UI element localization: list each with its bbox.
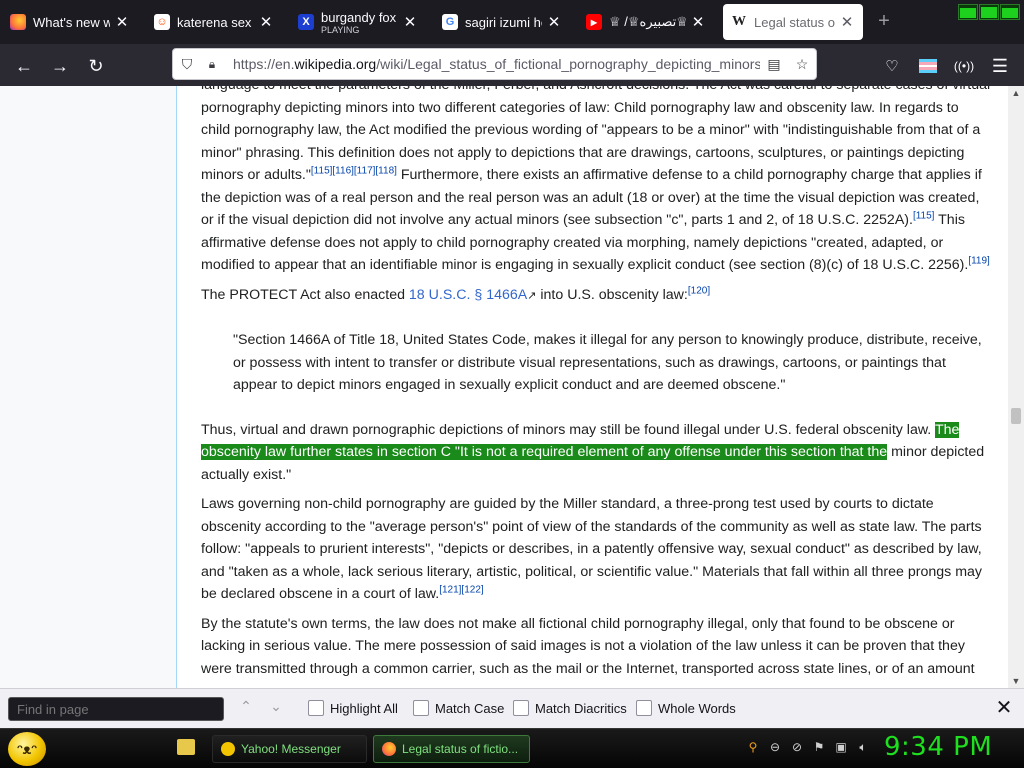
yahoo-messenger-icon: [221, 742, 235, 756]
profile-icon[interactable]: [914, 52, 942, 80]
page-content: language to meet the parameters of the M…: [0, 86, 1024, 688]
reference-link[interactable]: [119]: [968, 255, 990, 266]
tab-burgandy-fox[interactable]: X burgandy fox thi PLAYING ✕: [290, 4, 426, 40]
checkbox-icon[interactable]: [413, 700, 429, 716]
mute-icon[interactable]: ⊘: [789, 739, 805, 755]
x-icon: X: [298, 14, 314, 30]
scrollbar-thumb[interactable]: [1011, 408, 1021, 424]
lock-icon[interactable]: 🔒︎: [201, 57, 223, 72]
url-bar[interactable]: ⛉ 🔒︎ https://en.wikipedia.org/wiki/Legal…: [172, 48, 817, 80]
reader-mode-icon[interactable]: ▤: [760, 56, 788, 73]
article-paragraph: Thus, virtual and drawn pornographic dep…: [201, 421, 985, 483]
reference-link[interactable]: [121][122]: [439, 584, 483, 595]
search-icon[interactable]: ⚲: [745, 739, 761, 755]
match-diacritics-checkbox[interactable]: Match Diacritics: [513, 700, 627, 716]
tab-legal-status[interactable]: W Legal status of f ✕: [723, 4, 863, 40]
network-bar: [1000, 4, 1020, 20]
start-button[interactable]: ᵔᴥᵔ: [8, 732, 46, 766]
wikipedia-sidebar: [0, 86, 177, 688]
url-text[interactable]: https://en.wikipedia.org/wiki/Legal_stat…: [223, 56, 760, 72]
network-icon[interactable]: ▣: [833, 739, 849, 755]
checkbox-icon[interactable]: [636, 700, 652, 716]
close-icon[interactable]: ✕: [114, 13, 130, 31]
tab-katerena[interactable]: ☺ katerena sex (RE ✕: [146, 4, 282, 40]
scroll-up-icon[interactable]: ▲: [1008, 88, 1024, 98]
scroll-down-icon[interactable]: ▼: [1008, 676, 1024, 686]
reference-link[interactable]: [115][116][117][118]: [311, 165, 397, 176]
tab-title: Legal status of f: [754, 14, 835, 30]
taskbar: ᵔᴥᵔ Yahoo! Messenger Legal status of fic…: [0, 728, 1024, 768]
quote-block: "Section 1466A of Title 18, United State…: [233, 332, 982, 393]
wikipedia-icon: W: [731, 14, 747, 30]
extension-icon[interactable]: ((•)): [950, 52, 978, 80]
youtube-icon: ▶: [586, 14, 602, 30]
close-icon[interactable]: ✕: [258, 13, 274, 31]
find-previous-icon[interactable]: ⌃: [236, 698, 256, 715]
reference-link[interactable]: [115]: [913, 210, 935, 221]
taskbar-yahoo-messenger[interactable]: Yahoo! Messenger: [212, 735, 367, 763]
tab-strip: What's new with ✕ ☺ katerena sex (RE ✕ X…: [0, 0, 1024, 44]
reload-button[interactable]: ↻: [82, 52, 110, 80]
find-bar: ⌃ ⌄ Highlight All Match Case Match Diacr…: [0, 688, 1024, 728]
forward-button[interactable]: →: [46, 52, 74, 80]
shield-icon[interactable]: ⛉: [173, 56, 201, 73]
article-paragraph: By the statute's own terms, the law does…: [201, 615, 975, 677]
tab-whats-new[interactable]: What's new with ✕: [2, 4, 138, 40]
menu-icon[interactable]: ☰: [986, 52, 1014, 80]
whole-words-checkbox[interactable]: Whole Words: [636, 700, 736, 716]
usc-1466a-link[interactable]: 18 U.S.C. § 1466A: [409, 287, 527, 303]
article-paragraph: Laws governing non-child pornography are…: [201, 496, 982, 602]
tab-title: katerena sex (RE: [177, 14, 254, 30]
system-tray: ⚲ ⊖ ⊘ ⚑ ▣ 🔈︎: [745, 739, 871, 755]
tab-playing-label: PLAYING: [321, 24, 360, 35]
memory-bar: [979, 4, 999, 20]
bookmark-star-icon[interactable]: ☆: [788, 56, 816, 73]
match-case-checkbox[interactable]: Match Case: [413, 700, 504, 716]
close-icon[interactable]: ✕: [839, 13, 855, 31]
reference-link[interactable]: [120]: [688, 285, 710, 296]
firefox-icon: [10, 14, 26, 30]
back-button[interactable]: ←: [10, 52, 38, 80]
volume-icon[interactable]: 🔈︎: [855, 739, 871, 755]
tab-title: burgandy fox thi: [321, 9, 398, 25]
close-icon[interactable]: ✕: [402, 13, 418, 31]
checkbox-icon[interactable]: [513, 700, 529, 716]
google-icon: G: [442, 14, 458, 30]
highlight-all-checkbox[interactable]: Highlight All: [308, 700, 398, 716]
firefox-icon: [382, 742, 396, 756]
folder-icon[interactable]: [177, 739, 195, 755]
checkbox-icon[interactable]: [308, 700, 324, 716]
pocket-icon[interactable]: ♡: [878, 52, 906, 80]
close-icon[interactable]: ✕: [690, 13, 706, 31]
tab-sagiri[interactable]: G sagiri izumi hent ✕: [434, 4, 570, 40]
article-paragraph: The PROTECT Act also enacted 18 U.S.C. §…: [201, 284, 711, 303]
reddit-icon: ☺: [154, 14, 170, 30]
flag-icon[interactable]: ⚑: [811, 739, 827, 755]
system-monitor-widget: [958, 4, 1020, 20]
vertical-scrollbar[interactable]: ▲ ▼: [1008, 86, 1024, 688]
tab-youtube[interactable]: ▶ ♕ /♕تصبيره♕ ✕: [578, 4, 714, 40]
tab-title: ♕ /♕تصبيره♕: [609, 14, 686, 29]
article-paragraph: language to meet the parameters of the M…: [201, 86, 990, 273]
close-icon[interactable]: ✕: [546, 13, 562, 31]
close-find-bar-button[interactable]: ✕: [994, 697, 1014, 721]
taskbar-clock[interactable]: 9:34 PM: [884, 732, 992, 762]
find-next-icon[interactable]: ⌄: [266, 698, 286, 715]
find-input[interactable]: [8, 697, 224, 721]
article-body: language to meet the parameters of the M…: [201, 86, 991, 687]
tab-title: sagiri izumi hent: [465, 14, 542, 30]
tab-title: What's new with: [33, 14, 110, 30]
taskbar-firefox-window[interactable]: Legal status of fictio...: [373, 735, 530, 763]
cpu-bar: [958, 4, 978, 20]
minus-circle-icon[interactable]: ⊖: [767, 739, 783, 755]
new-tab-button[interactable]: +: [874, 11, 894, 32]
